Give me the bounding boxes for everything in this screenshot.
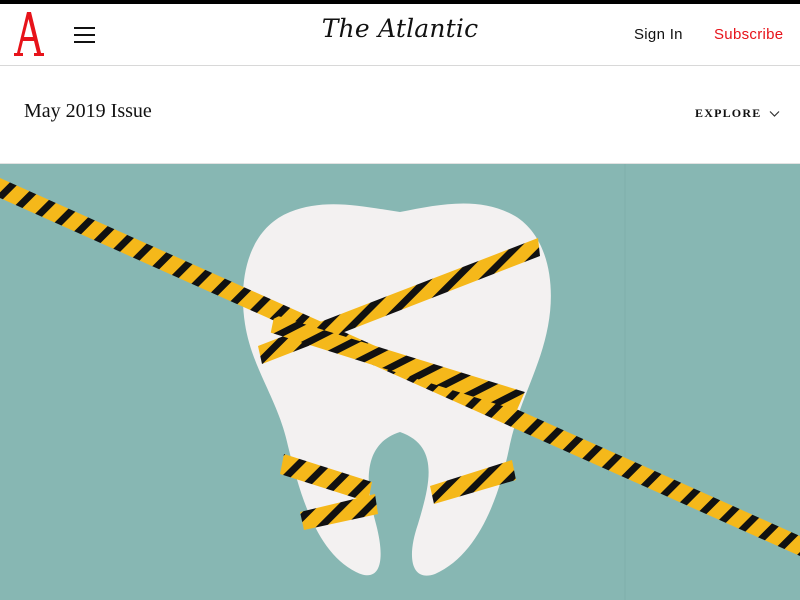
sign-in-link[interactable]: Sign In	[634, 26, 683, 43]
atlantic-logo-icon[interactable]	[13, 9, 45, 61]
explore-label: EXPLORE	[695, 106, 762, 120]
subscribe-link[interactable]: Subscribe	[714, 26, 783, 43]
site-wordmark[interactable]: The Atlantic	[300, 14, 500, 43]
site-header: The Atlantic Sign In Subscribe	[0, 0, 800, 66]
menu-button[interactable]	[70, 22, 98, 48]
issue-bar: May 2019 Issue EXPLORE	[0, 66, 800, 164]
issue-title[interactable]: May 2019 Issue	[24, 100, 152, 123]
chevron-down-icon	[769, 110, 780, 117]
menu-icon	[73, 27, 95, 29]
tooth-caution-tape-image	[0, 164, 800, 600]
explore-dropdown[interactable]: EXPLORE	[695, 106, 780, 121]
hero-illustration	[0, 164, 800, 600]
